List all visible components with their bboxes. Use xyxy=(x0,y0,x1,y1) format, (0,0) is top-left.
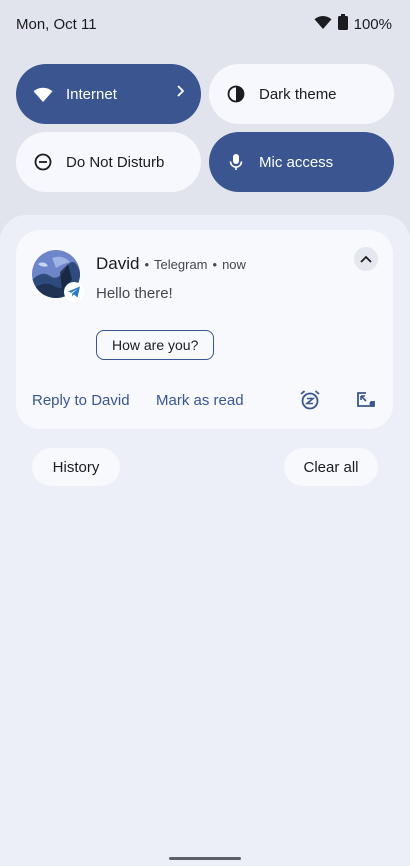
do-not-disturb-icon xyxy=(32,151,54,173)
battery-icon xyxy=(337,14,348,34)
dark-theme-icon xyxy=(225,83,247,105)
clear-all-button[interactable]: Clear all xyxy=(284,448,378,486)
mark-as-read-button[interactable]: Mark as read xyxy=(156,392,244,409)
app-name: Telegram xyxy=(154,257,208,272)
status-bar: Mon, Oct 11 100% xyxy=(0,0,410,46)
status-date: Mon, Oct 11 xyxy=(16,16,97,33)
chevron-up-icon xyxy=(360,250,372,268)
notification-message: Hello there! xyxy=(96,285,173,302)
wifi-icon xyxy=(314,15,332,33)
notification-time: now xyxy=(222,257,246,272)
notification-card[interactable]: David • Telegram • now Hello there! How … xyxy=(16,230,393,429)
sender-name: David xyxy=(96,254,140,273)
snooze-icon[interactable] xyxy=(298,388,322,412)
tile-mic-access-label: Mic access xyxy=(259,153,334,171)
chevron-right-icon xyxy=(175,84,185,103)
home-indicator[interactable] xyxy=(169,857,241,860)
history-button[interactable]: History xyxy=(32,448,120,486)
separator-dot: • xyxy=(144,257,150,272)
telegram-icon xyxy=(64,282,84,302)
wifi-icon xyxy=(32,83,54,105)
tile-dark-theme[interactable]: Dark theme xyxy=(209,64,394,124)
tile-do-not-disturb-label: Do Not Disturb xyxy=(66,153,165,171)
tile-do-not-disturb[interactable]: Do Not Disturb xyxy=(16,132,201,192)
reply-action-button[interactable]: Reply to David xyxy=(32,392,130,409)
smart-reply-chip[interactable]: How are you? xyxy=(96,330,215,360)
tile-dark-theme-label: Dark theme xyxy=(259,85,337,103)
microphone-icon xyxy=(225,151,247,173)
battery-level: 100% xyxy=(353,15,392,33)
status-icons: 100% xyxy=(314,14,392,34)
notification-header: David • Telegram • now xyxy=(96,254,246,274)
tile-internet[interactable]: Internet xyxy=(16,64,201,124)
tile-internet-label: Internet xyxy=(66,85,117,103)
bubble-icon[interactable] xyxy=(354,388,378,412)
separator-dot: • xyxy=(212,257,218,272)
collapse-button[interactable] xyxy=(354,247,378,271)
tile-mic-access[interactable]: Mic access xyxy=(209,132,394,192)
